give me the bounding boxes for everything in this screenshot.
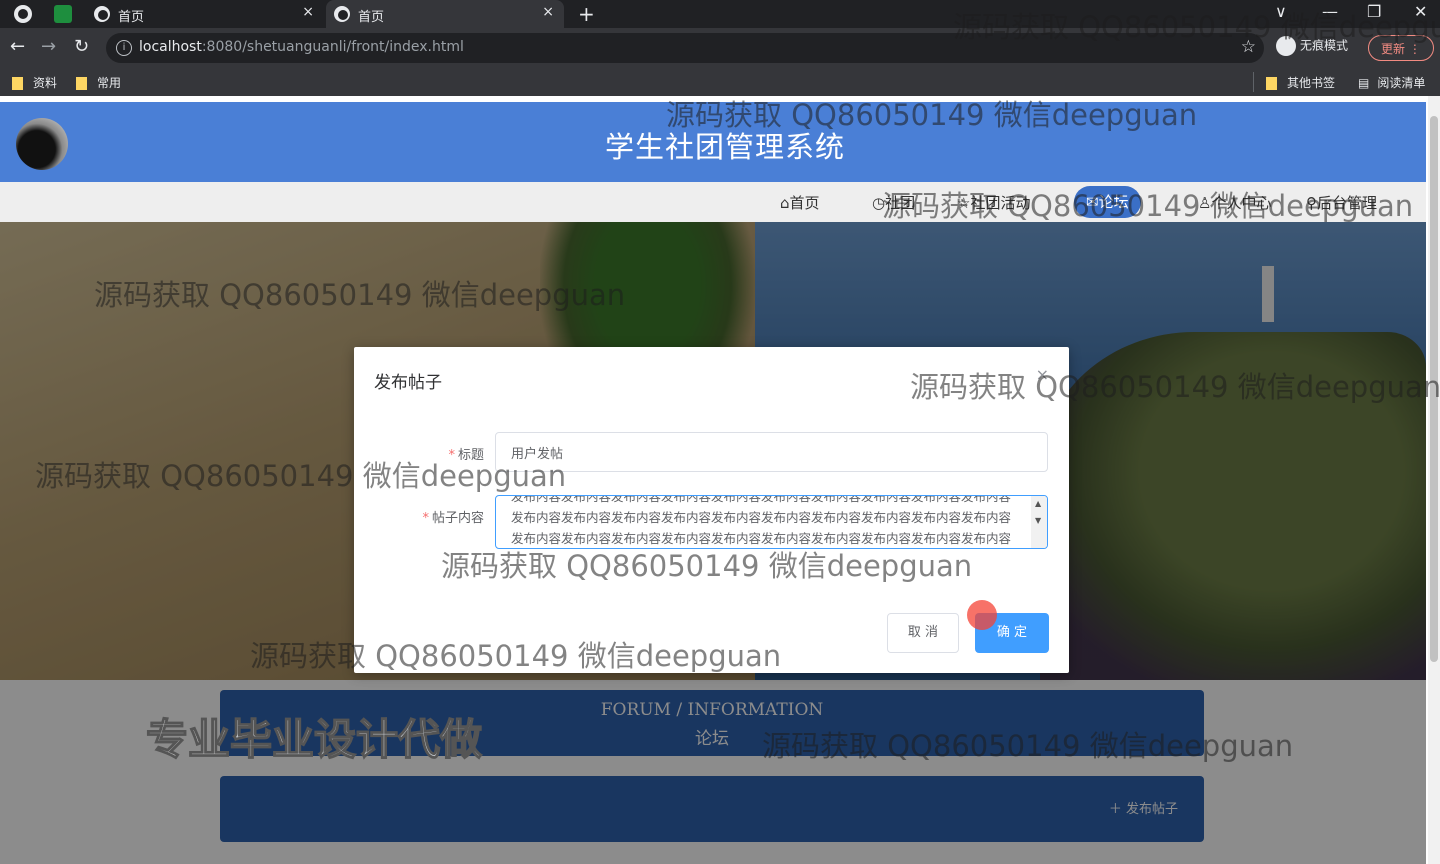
new-tab-button[interactable]: + bbox=[578, 2, 595, 26]
nav-item-club-activities[interactable]: ☆社团活动 bbox=[957, 192, 1030, 213]
browser-toolbar: ← → ↻ i localhost:8080/shetuanguanli/fro… bbox=[0, 28, 1440, 68]
new-post-dialog: 发布帖子 × *标题 *帖子内容 发布内容发布内容发布内容发布内容发布内容发布内… bbox=[354, 347, 1069, 673]
clock-icon: ◷ bbox=[872, 194, 886, 212]
main-nav: ⌂首页 ◷社团 ☆社团活动 ✉论坛 ♙个人中心 ⚲后台管理 bbox=[0, 182, 1426, 222]
scroll-down-icon[interactable]: ▼ bbox=[1035, 516, 1041, 525]
nav-item-admin[interactable]: ⚲后台管理 bbox=[1306, 192, 1377, 213]
click-indicator bbox=[967, 600, 997, 630]
content-field-label: * 帖子内容 bbox=[422, 511, 484, 526]
tab-close-icon[interactable]: × bbox=[302, 4, 314, 20]
bookmark-other[interactable]: 其他书签 bbox=[1266, 74, 1335, 91]
title-input[interactable] bbox=[495, 432, 1048, 472]
bookmark-folder-common[interactable]: 常用 bbox=[76, 74, 121, 91]
chat-icon: ✉ bbox=[1086, 193, 1099, 211]
textarea-scrollbar[interactable]: ▲ ▼ bbox=[1031, 496, 1047, 548]
minimize-button[interactable]: — bbox=[1322, 2, 1338, 21]
page-scrollbar[interactable] bbox=[1428, 96, 1440, 864]
nav-item-forum[interactable]: ✉论坛 bbox=[1074, 186, 1141, 218]
nav-item-profile[interactable]: ♙个人中心 bbox=[1198, 192, 1271, 213]
cancel-button[interactable]: 取 消 bbox=[887, 613, 959, 653]
sheets-app-icon[interactable] bbox=[54, 5, 72, 23]
home-icon: ⌂ bbox=[780, 194, 790, 212]
bookmark-star-icon[interactable]: ☆ bbox=[1241, 37, 1256, 57]
bookmarks-bar: 资料 常用 其他书签 ▤ 阅读清单 bbox=[0, 68, 1440, 96]
close-window-button[interactable]: ✕ bbox=[1414, 2, 1427, 21]
scrollbar-thumb[interactable] bbox=[1430, 116, 1438, 662]
tab-favicon-icon bbox=[94, 6, 110, 22]
tab-favicon-icon bbox=[334, 6, 350, 22]
browser-app-icon[interactable] bbox=[14, 5, 32, 23]
nav-item-home[interactable]: ⌂首页 bbox=[780, 192, 820, 213]
tab-search-icon[interactable]: ∨ bbox=[1275, 2, 1287, 21]
tab-title: 首页 bbox=[358, 10, 385, 25]
content-textarea[interactable]: 发布内容发布内容发布内容发布内容发布内容发布内容发布内容发布内容发布内容发布内容… bbox=[495, 495, 1048, 549]
watermark-big: 专业毕业设计代做 bbox=[145, 714, 483, 765]
folder-icon bbox=[1266, 77, 1277, 90]
restore-button[interactable]: ❐ bbox=[1367, 2, 1381, 21]
tab-close-icon[interactable]: × bbox=[542, 4, 554, 20]
url-text[interactable]: localhost:8080/shetuanguanli/front/index… bbox=[139, 39, 464, 55]
user-icon: ♙ bbox=[1198, 194, 1212, 212]
folder-icon bbox=[76, 77, 87, 90]
tab-title: 首页 bbox=[118, 10, 145, 25]
reading-list[interactable]: ▤ 阅读清单 bbox=[1358, 74, 1425, 91]
site-title: 学生社团管理系统 bbox=[605, 130, 846, 164]
browser-tab[interactable]: 首页 × bbox=[86, 0, 324, 28]
bookmark-folder-resources[interactable]: 资料 bbox=[12, 74, 57, 91]
bookmarks-divider bbox=[1253, 72, 1254, 92]
incognito-icon bbox=[1276, 36, 1296, 56]
incognito-indicator[interactable]: 无痕模式 bbox=[1276, 36, 1348, 56]
scroll-up-icon[interactable]: ▲ bbox=[1035, 499, 1041, 508]
back-arrow-icon[interactable]: ← bbox=[10, 36, 25, 57]
browser-tab-active[interactable]: 首页 × bbox=[326, 0, 564, 28]
star-icon: ☆ bbox=[957, 194, 971, 212]
reading-list-icon: ▤ bbox=[1358, 76, 1370, 90]
nav-item-clubs[interactable]: ◷社团 bbox=[872, 192, 915, 213]
folder-icon bbox=[12, 77, 23, 90]
dialog-title: 发布帖子 bbox=[374, 373, 442, 393]
link-icon: ⚲ bbox=[1306, 194, 1317, 212]
update-button[interactable]: 更新 ⋮ bbox=[1368, 35, 1434, 61]
site-logo[interactable] bbox=[16, 118, 68, 170]
site-header: 学生社团管理系统 bbox=[0, 102, 1426, 182]
reload-icon[interactable]: ↻ bbox=[74, 36, 89, 57]
title-field-label: * 标题 bbox=[448, 448, 484, 463]
browser-tabstrip: 首页 × 首页 × + ∨ — ❐ ✕ bbox=[0, 0, 1440, 28]
site-info-icon[interactable]: i bbox=[116, 40, 132, 56]
content-text: 发布内容发布内容发布内容发布内容发布内容发布内容发布内容发布内容发布内容发布内容… bbox=[511, 495, 1012, 546]
close-icon[interactable]: × bbox=[1036, 365, 1049, 384]
address-bar[interactable]: i localhost:8080/shetuanguanli/front/ind… bbox=[106, 33, 1264, 63]
forward-arrow-icon[interactable]: → bbox=[41, 36, 56, 57]
